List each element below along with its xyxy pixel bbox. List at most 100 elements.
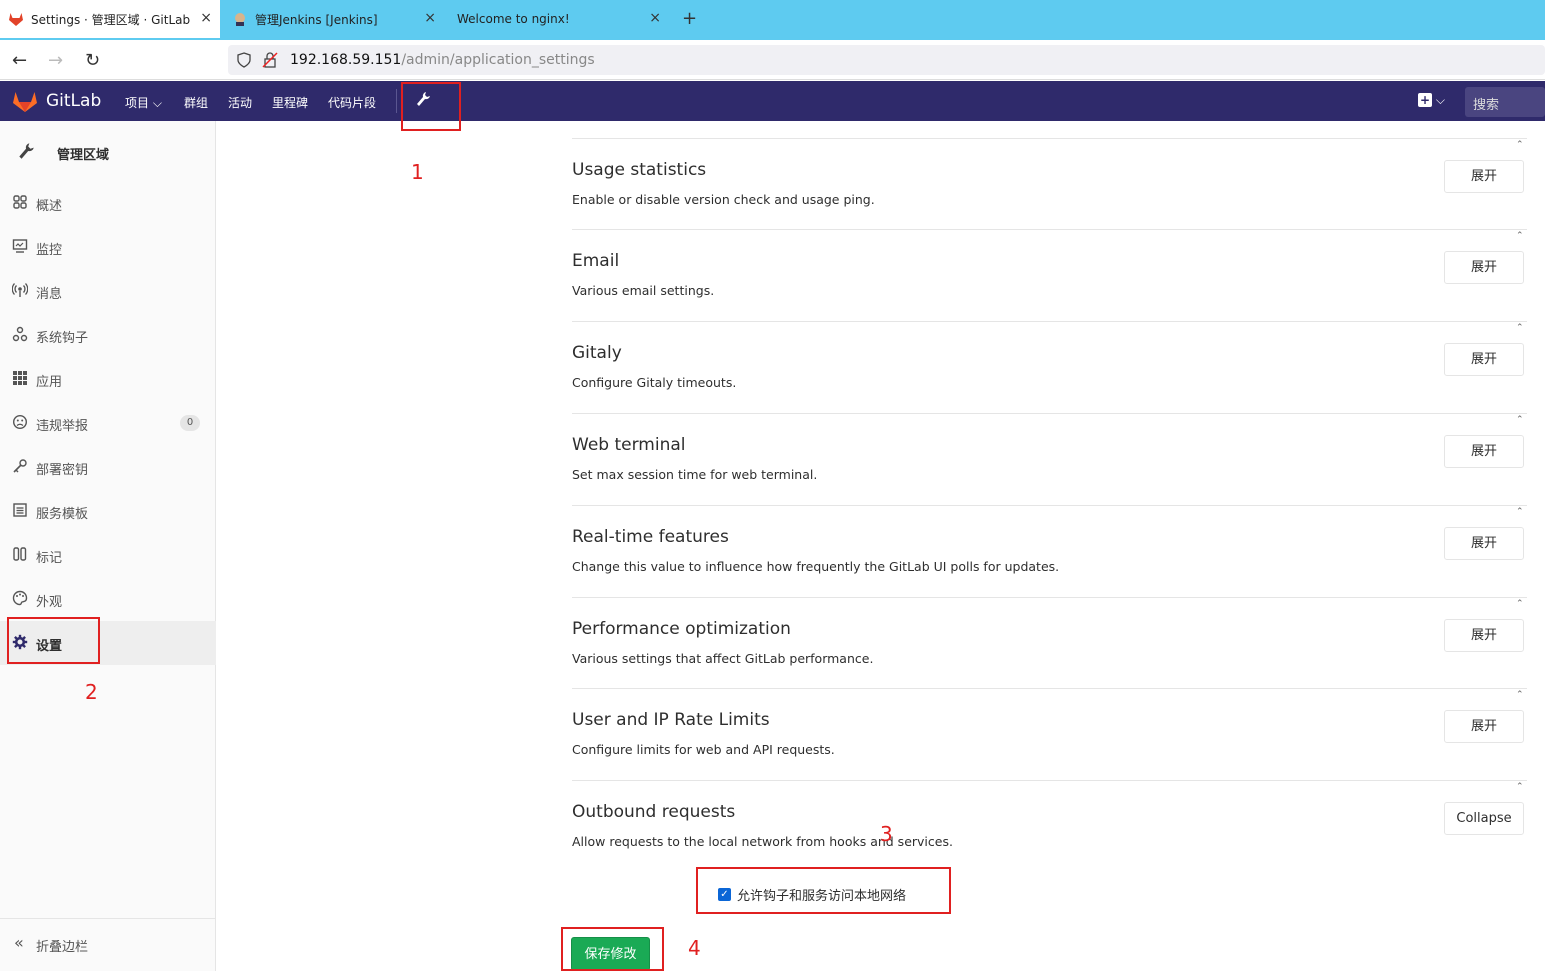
url-input[interactable]: 192.168.59.151/admin/application_setting… (228, 45, 1545, 75)
annotation-number-1: 1 (411, 160, 424, 184)
sidebar-item-monitoring[interactable]: 监控 (0, 225, 216, 269)
search-placeholder: 搜索 (1473, 98, 1500, 113)
tab-title: Welcome to nginx! (457, 12, 570, 26)
tab-close-icon[interactable]: × (649, 10, 661, 26)
section-scroll-up-icon[interactable]: ⌃ (1516, 140, 1526, 150)
admin-wrench-icon (19, 143, 34, 159)
reload-icon[interactable]: ↻ (85, 50, 100, 71)
expand-button[interactable]: 展开 (1444, 435, 1524, 468)
section-description: Configure Gitaly timeouts. (572, 375, 737, 390)
section-rate-limits: User and IP Rate Limits Configure limits… (572, 688, 1527, 780)
address-bar-row: ← → ↻ 192.168.59.151/admin/application_s… (0, 40, 1545, 80)
collapse-button[interactable]: Collapse (1444, 802, 1524, 835)
section-scroll-up-icon[interactable]: ⌃ (1516, 507, 1526, 517)
gitlab-logo-text[interactable]: GitLab (46, 91, 101, 111)
labels-icon (13, 547, 27, 561)
tab-jenkins[interactable]: 管理Jenkins [Jenkins] × (224, 0, 444, 38)
section-description: Various settings that affect GitLab perf… (572, 651, 874, 666)
expand-button[interactable]: 展开 (1444, 527, 1524, 560)
sidebar-item-overview[interactable]: 概述 (0, 181, 216, 225)
url-path: /admin/application_settings (401, 52, 595, 68)
browser-tab-bar: Settings · 管理区域 · GitLab × 管理Jenkins [Je… (0, 0, 1545, 40)
sidebar-item-label: 部署密钥 (36, 463, 89, 478)
sidebar-item-label: 消息 (36, 287, 63, 302)
new-dropdown-button[interactable]: + ⌵ (1418, 93, 1445, 108)
nav-groups[interactable]: 群组 (184, 94, 208, 111)
sidebar-item-deploy-keys[interactable]: 部署密钥 (0, 445, 216, 489)
section-scroll-up-icon[interactable]: ⌃ (1516, 782, 1526, 792)
shield-icon[interactable] (236, 52, 252, 68)
section-usage-statistics: Usage statistics Enable or disable versi… (572, 138, 1527, 230)
section-description: Allow requests to the local network from… (572, 834, 953, 849)
expand-button[interactable]: 展开 (1444, 251, 1524, 284)
section-title: User and IP Rate Limits (572, 710, 770, 730)
template-icon (13, 503, 27, 517)
sidebar-item-abuse-reports[interactable]: 违规举报 0 (0, 401, 216, 445)
section-description: Configure limits for web and API request… (572, 742, 835, 757)
annotation-number-2: 2 (85, 680, 98, 704)
annotation-box-4 (561, 927, 664, 971)
apps-icon (13, 371, 27, 385)
section-title: Gitaly (572, 343, 622, 363)
sidebar-item-messages[interactable]: 消息 (0, 269, 216, 313)
tab-close-icon[interactable]: × (200, 10, 212, 26)
insecure-lock-icon[interactable] (262, 52, 278, 68)
sidebar-item-applications[interactable]: 应用 (0, 357, 216, 401)
expand-button[interactable]: 展开 (1444, 710, 1524, 743)
sidebar-item-system-hooks[interactable]: 系统钩子 (0, 313, 216, 357)
section-outbound-requests: Outbound requests Allow requests to the … (572, 780, 1527, 872)
section-web-terminal: Web terminal Set max session time for we… (572, 413, 1527, 505)
section-scroll-up-icon[interactable]: ⌃ (1516, 415, 1526, 425)
sidebar-item-label: 外观 (36, 595, 63, 610)
nav-snippets[interactable]: 代码片段 (328, 94, 376, 111)
annotation-box-1 (401, 82, 461, 131)
section-scroll-up-icon[interactable]: ⌃ (1516, 690, 1526, 700)
expand-button[interactable]: 展开 (1444, 343, 1524, 376)
collapse-label: 折叠边栏 (36, 940, 89, 955)
abuse-count-badge: 0 (180, 415, 200, 431)
abuse-icon (12, 414, 28, 430)
section-title: Email (572, 251, 620, 271)
sidebar-item-label: 标记 (36, 551, 63, 566)
sidebar-item-service-templates[interactable]: 服务模板 (0, 489, 216, 533)
tab-nginx[interactable]: Welcome to nginx! × (449, 0, 669, 38)
collapse-sidebar-button[interactable]: « 折叠边栏 (0, 918, 216, 971)
section-scroll-up-icon[interactable]: ⌃ (1516, 599, 1526, 609)
expand-button[interactable]: 展开 (1444, 160, 1524, 193)
sidebar-item-label: 违规举报 (36, 419, 89, 434)
section-performance-optimization: Performance optimization Various setting… (572, 597, 1527, 689)
appearance-icon (12, 590, 28, 606)
section-description: Change this value to influence how frequ… (572, 559, 1060, 574)
section-description: Set max session time for web terminal. (572, 467, 818, 482)
sidebar-title[interactable]: 管理区域 (57, 144, 109, 163)
sidebar-item-appearance[interactable]: 外观 (0, 577, 216, 621)
key-icon (13, 459, 27, 473)
nav-activity[interactable]: 活动 (228, 94, 252, 111)
sidebar-item-labels[interactable]: 标记 (0, 533, 216, 577)
section-title: Web terminal (572, 435, 686, 455)
section-scroll-up-icon[interactable]: ⌃ (1516, 323, 1526, 333)
section-scroll-up-icon[interactable]: ⌃ (1516, 231, 1526, 241)
admin-sidebar: 管理区域 概述 监控 消息 系统钩子 应用 违规举报 0 部署密钥 服务模板 标… (0, 121, 216, 971)
expand-button[interactable]: 展开 (1444, 619, 1524, 652)
gitlab-header: GitLab 项目 ⌵ 群组 活动 里程碑 代码片段 + ⌵ 搜索 (0, 81, 1545, 121)
tab-gitlab-settings[interactable]: Settings · 管理区域 · GitLab × (0, 0, 220, 38)
double-chevron-left-icon: « (14, 933, 24, 952)
sidebar-item-label: 监控 (36, 243, 63, 258)
plus-icon: + (1418, 93, 1432, 107)
tab-close-icon[interactable]: × (424, 10, 436, 26)
nav-milestones[interactable]: 里程碑 (272, 94, 308, 111)
search-input[interactable]: 搜索 (1465, 87, 1545, 117)
monitor-icon (12, 239, 28, 253)
back-arrow-icon[interactable]: ← (12, 50, 27, 71)
header-divider (396, 89, 397, 113)
gitlab-logo-icon[interactable] (12, 89, 38, 113)
nav-projects[interactable]: 项目 ⌵ (125, 94, 162, 111)
section-title: Performance optimization (572, 619, 791, 639)
tab-title: Settings · 管理区域 · GitLab (31, 12, 191, 27)
overview-icon (13, 195, 27, 209)
new-tab-button[interactable]: + (682, 8, 697, 29)
forward-arrow-icon[interactable]: → (48, 50, 63, 71)
hook-icon (12, 326, 28, 342)
annotation-box-3 (696, 867, 951, 914)
